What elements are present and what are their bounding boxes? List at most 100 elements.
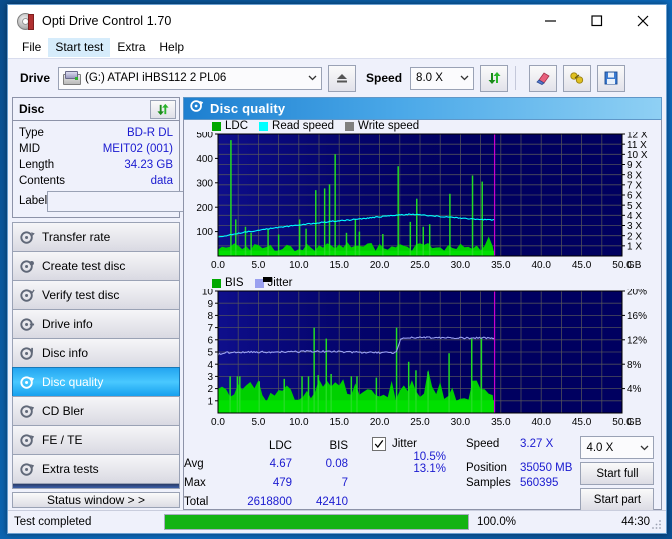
menu-item-file[interactable]: File (15, 38, 48, 57)
chevron-down-icon (303, 68, 321, 89)
speed-row-label: Speed (466, 437, 500, 450)
status-window-button[interactable]: Status window > > (12, 492, 180, 508)
jitter-checkbox[interactable] (372, 436, 386, 451)
sidebar-item-fe-te[interactable]: FE / TE (12, 425, 180, 454)
save-button[interactable] (597, 64, 626, 92)
sidebar-item-label: Disc info (42, 346, 89, 360)
svg-text:30.0: 30.0 (451, 260, 471, 271)
progress-bar (164, 514, 469, 530)
svg-text:5.0: 5.0 (251, 417, 265, 428)
svg-text:35.0: 35.0 (491, 417, 511, 428)
disc-row-length: Length 34.23 GB (19, 157, 173, 173)
close-icon[interactable] (620, 5, 666, 37)
chevron-down-icon (455, 68, 473, 89)
svg-text:4%: 4% (627, 385, 642, 396)
main-body: Disc Type BD-R DL MID MEIT02 (001) Lengt… (8, 97, 666, 512)
drive-label: Drive (20, 71, 51, 85)
test-speed-value: 4.0 X (586, 441, 614, 454)
sidebar-item-disc-info[interactable]: Disc info (12, 338, 180, 367)
disc-quality-icon (20, 375, 35, 390)
svg-text:0.0: 0.0 (211, 417, 225, 428)
disc-row-type: Type BD-R DL (19, 125, 173, 141)
legend-swatch-write-speed (345, 121, 355, 131)
svg-text:15.0: 15.0 (329, 260, 349, 271)
sidebar-item-extra-tests[interactable]: Extra tests (12, 454, 180, 484)
svg-text:9: 9 (207, 299, 213, 310)
svg-text:12 X: 12 X (627, 132, 648, 141)
svg-text:20.0: 20.0 (370, 417, 390, 428)
disc-label-key: Label (19, 195, 48, 207)
disc-transfer-icon (20, 230, 35, 245)
svg-text:15.0: 15.0 (329, 417, 349, 428)
svg-text:16%: 16% (627, 311, 647, 322)
svg-text:300: 300 (196, 179, 213, 190)
refresh-button[interactable] (480, 64, 509, 92)
sidebar-item-disc-quality[interactable]: Disc quality (12, 367, 180, 396)
stats-header-bis: BIS (329, 439, 348, 452)
disc-refresh-button[interactable] (150, 100, 176, 119)
svg-text:20.0: 20.0 (370, 260, 390, 271)
resize-grip-icon[interactable] (651, 518, 663, 530)
svg-text:6: 6 (207, 336, 213, 347)
samples-row: Samples 560395 (466, 475, 572, 490)
sidebar-item-label: CD Bler (42, 404, 85, 418)
cd-bler-icon (20, 404, 35, 419)
sidebar-item-cd-bler[interactable]: CD Bler (12, 396, 180, 425)
drive-info-icon (20, 317, 35, 332)
stats-label-avg: Avg (184, 458, 204, 471)
minimize-icon[interactable] (528, 5, 574, 37)
sidebar-item-label: FE / TE (42, 433, 83, 447)
disc-row-mid-key: MID (19, 143, 41, 155)
legend-label-bis: BIS (225, 277, 244, 290)
disc-row-contents-key: Contents (19, 175, 66, 187)
svg-text:40.0: 40.0 (531, 260, 551, 271)
sidebar-item-transfer-rate[interactable]: Transfer rate (12, 222, 180, 251)
legend-label-read-speed: Read speed (272, 120, 335, 133)
svg-text:20%: 20% (627, 289, 647, 298)
svg-text:5.0: 5.0 (251, 260, 265, 271)
menu-item-extra[interactable]: Extra (110, 38, 152, 57)
svg-text:3 X: 3 X (627, 221, 642, 232)
stats-table: LDC BIS Avg 4.67 0.08 Max 479 7 Total 26… (184, 436, 348, 511)
stats-label-max: Max (184, 477, 206, 490)
chart-bis-jitter: 1 2 3 4 5 6 7 8 9 10 4% 8% 12% 16% 20% 0.0 5.0 10.0 15.0 20… (184, 287, 661, 434)
sidebar-item-label: Verify test disc (42, 288, 120, 302)
sidebar-item-verify-test-disc[interactable]: Verify test disc (12, 280, 180, 309)
samples-row-value: 560395 (520, 476, 559, 489)
svg-text:7 X: 7 X (627, 181, 642, 192)
speed-select[interactable]: 8.0 X (410, 66, 475, 90)
start-part-button[interactable]: Start part (580, 488, 655, 512)
toolbar: Drive (G:) ATAPI iHBS112 2 PL06 Speed 8.… (8, 58, 666, 97)
disc-panel-header: Disc (13, 98, 179, 121)
jitter-toggle[interactable]: Jitter (372, 436, 446, 451)
disc-panel-title: Disc (19, 102, 45, 116)
sidebar-item-drive-info[interactable]: Drive info (12, 309, 180, 338)
window-title: Opti Drive Control 1.70 (42, 14, 172, 28)
test-speed-select[interactable]: 4.0 X (580, 436, 655, 460)
menu-item-start-test[interactable]: Start test (48, 38, 111, 57)
eject-button[interactable] (328, 64, 357, 92)
disc-row-mid: MID MEIT02 (001) (19, 141, 173, 157)
start-full-button[interactable]: Start full (580, 462, 655, 486)
svg-text:0.0: 0.0 (211, 260, 225, 271)
disc-row-type-value: BD-R DL (126, 127, 173, 139)
disc-row-mid-value: MEIT02 (001) (102, 143, 173, 155)
svg-text:25.0: 25.0 (410, 417, 430, 428)
content-area: Disc quality LDC Read speed Write speed … (183, 97, 662, 512)
menu-item-help[interactable]: Help (152, 38, 191, 57)
erase-button[interactable] (529, 64, 558, 92)
svg-text:6 X: 6 X (627, 191, 642, 202)
svg-text:500: 500 (196, 132, 213, 141)
svg-text:1: 1 (207, 397, 213, 408)
drive-icon (63, 70, 82, 85)
stats-label-total: Total (184, 495, 209, 508)
legend-label-ldc: LDC (225, 120, 249, 133)
drive-select[interactable]: (G:) ATAPI iHBS112 2 PL06 (58, 66, 323, 90)
maximize-icon[interactable] (574, 5, 620, 37)
sidebar-item-create-test-disc[interactable]: Create test disc (12, 251, 180, 280)
svg-text:100: 100 (196, 228, 213, 239)
stats-bis-total: 42410 (316, 495, 348, 508)
tools-button[interactable] (563, 64, 592, 92)
svg-text:35.0: 35.0 (491, 260, 511, 271)
svg-text:40.0: 40.0 (531, 417, 551, 428)
